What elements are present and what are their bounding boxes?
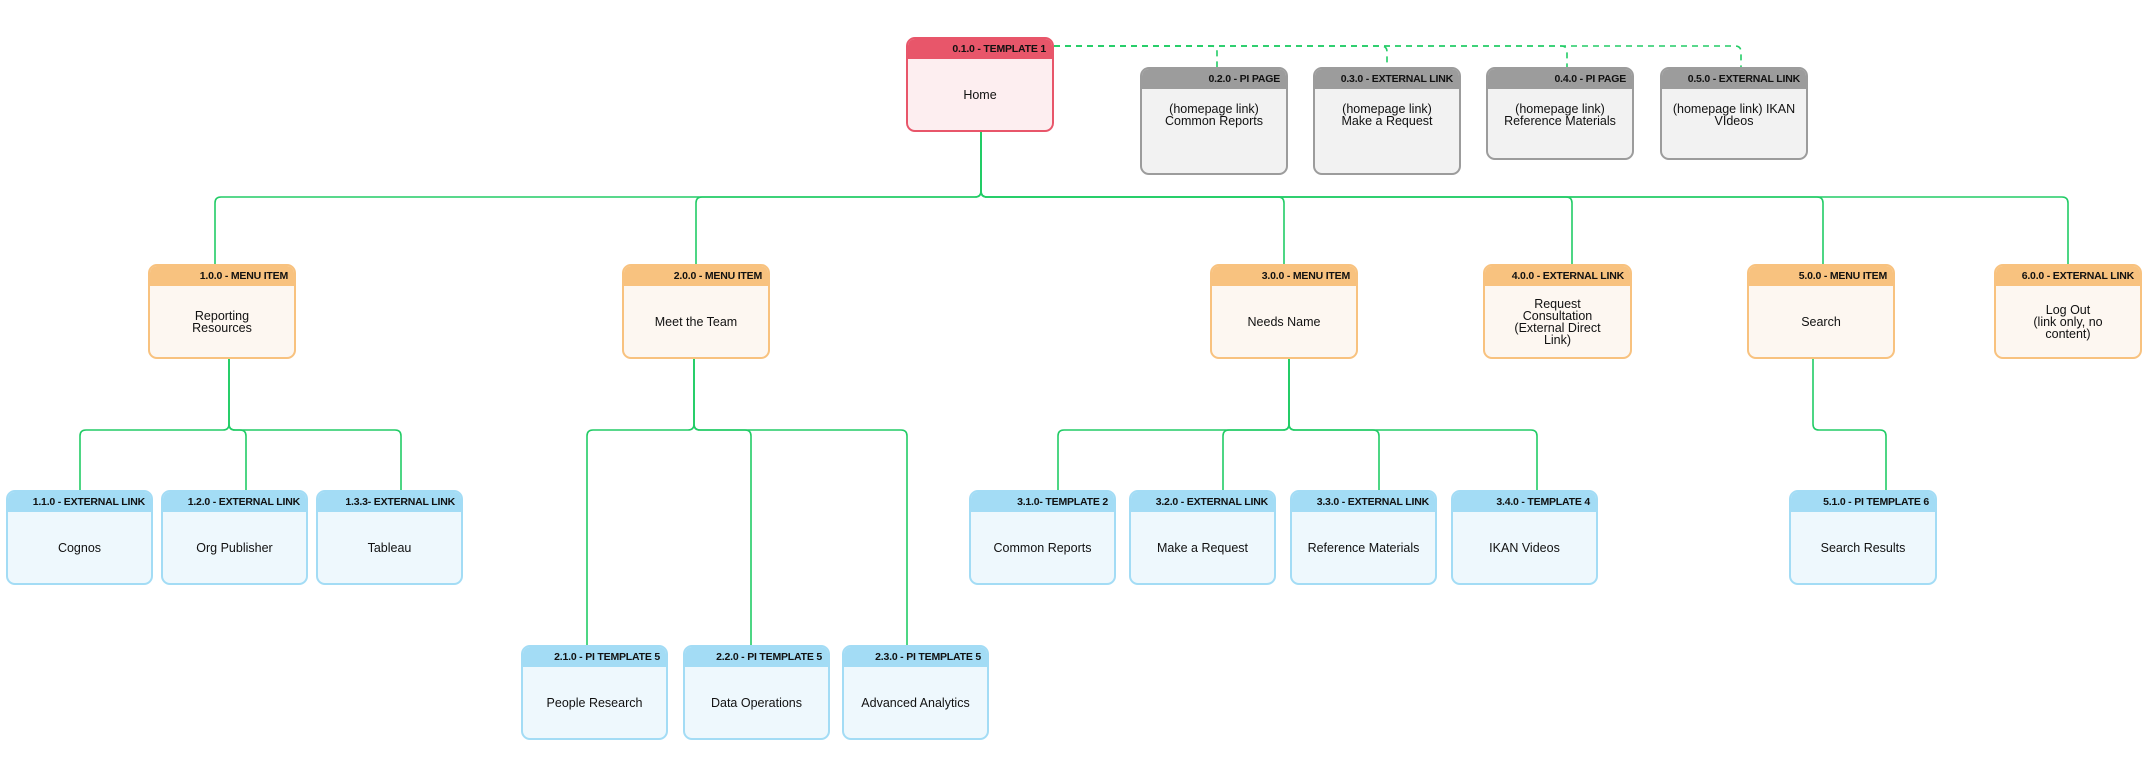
node-label: Search	[1801, 314, 1841, 329]
node-label: (homepage link) Make a Request	[1341, 102, 1433, 128]
connector-5-0-0-to-5-1-0	[1812, 359, 1887, 490]
node-label: Reporting Resources	[192, 308, 252, 335]
dashed-connector-0-4-0	[1054, 45, 1568, 67]
sitemap-node-6-0-0[interactable]: 6.0.0 - EXTERNAL LINK Log Out (link only,…	[1994, 264, 2142, 359]
connector-3-0-0-to-3-1-0	[1057, 359, 1290, 490]
sitemap-node-0-4-0[interactable]: 0.4.0 - PI PAGE (homepage link) Reference…	[1486, 67, 1634, 160]
sitemap-node-1-1-0[interactable]: 1.1.0 - EXTERNAL LINK Cognos	[6, 490, 153, 585]
node-header: 6.0.0 - EXTERNAL LINK	[1996, 266, 2140, 286]
dashed-connector-0-3-0	[1054, 45, 1388, 67]
node-label: Make a Request	[1156, 540, 1249, 555]
connector-1-0-0-to-1-2-0	[228, 359, 247, 490]
node-label: Advanced Analytics	[861, 695, 970, 710]
sitemap-node-0-3-0[interactable]: 0.3.0 - EXTERNAL LINK (homepage link) Mak…	[1313, 67, 1461, 175]
sitemap-node-3-4-0[interactable]: 3.4.0 - TEMPLATE 4 IKAN Videos	[1451, 490, 1598, 585]
connector-1-0-0-to-1-1-0	[79, 359, 230, 490]
node-header: 3.4.0 - TEMPLATE 4	[1453, 492, 1596, 512]
sitemap-node-2-2-0[interactable]: 2.2.0 - PI TEMPLATE 5 Data Operations	[683, 645, 830, 740]
node-label: Org Publisher	[196, 540, 273, 555]
sitemap-node-1-0-0[interactable]: 1.0.0 - MENU ITEM Reporting Resources	[148, 264, 296, 359]
connector-2-0-0-to-2-3-0	[693, 359, 908, 645]
node-label: Home	[963, 87, 997, 102]
sitemap-node-3-2-0[interactable]: 3.2.0 - EXTERNAL LINK Make a Request	[1129, 490, 1276, 585]
node-label: Tableau	[367, 540, 412, 555]
node-label: Log Out (link only, no content)	[2033, 302, 2103, 341]
node-header: 2.1.0 - PI TEMPLATE 5	[523, 647, 666, 667]
connector-2-0-0-to-2-1-0	[586, 359, 695, 645]
node-header: 2.0.0 - MENU ITEM	[624, 266, 768, 286]
node-header: 5.0.0 - MENU ITEM	[1749, 266, 1893, 286]
node-header: 0.5.0 - EXTERNAL LINK	[1662, 69, 1806, 89]
node-header: 2.3.0 - PI TEMPLATE 5	[844, 647, 987, 667]
sitemap-node-0-5-0[interactable]: 0.5.0 - EXTERNAL LINK (homepage link) IKA…	[1660, 67, 1808, 160]
connector-0-1-0-to-1-0-0	[214, 132, 982, 264]
node-label: Search Results	[1820, 540, 1906, 555]
node-header: 3.0.0 - MENU ITEM	[1212, 266, 1356, 286]
sitemap-node-3-1-0[interactable]: 3.1.0- TEMPLATE 2 Common Reports	[969, 490, 1116, 585]
node-header: 1.0.0 - MENU ITEM	[150, 266, 294, 286]
dashed-connector-0-2-0	[1054, 45, 1218, 67]
node-label: Cognos	[57, 540, 102, 555]
node-label: Data Operations	[710, 695, 803, 710]
sitemap-node-2-1-0[interactable]: 2.1.0 - PI TEMPLATE 5 People Research	[521, 645, 668, 740]
node-header: 0.4.0 - PI PAGE	[1488, 69, 1632, 89]
node-label: Common Reports	[993, 540, 1092, 555]
node-label: Request Consultation (External Direct Li…	[1514, 296, 1601, 347]
node-label: Reference Materials	[1307, 540, 1420, 555]
connector-0-1-0-to-2-0-0	[695, 132, 982, 264]
node-header: 1.1.0 - EXTERNAL LINK	[8, 492, 151, 512]
connector-layer	[79, 45, 2069, 645]
node-label: (homepage link) IKAN VIdeos	[1672, 102, 1796, 128]
sitemap-node-2-3-0[interactable]: 2.3.0 - PI TEMPLATE 5 Advanced Analytics	[842, 645, 989, 740]
connector-1-0-0-to-1-3-3	[228, 359, 402, 490]
node-header: 3.2.0 - EXTERNAL LINK	[1131, 492, 1274, 512]
sitemap-node-5-0-0[interactable]: 5.0.0 - MENU ITEM Search	[1747, 264, 1895, 359]
connector-3-0-0-to-3-4-0	[1288, 359, 1538, 490]
sitemap-node-3-0-0[interactable]: 3.0.0 - MENU ITEM Needs Name	[1210, 264, 1358, 359]
node-header: 3.1.0- TEMPLATE 2	[971, 492, 1114, 512]
node-header: 0.3.0 - EXTERNAL LINK	[1315, 69, 1459, 89]
sitemap-node-4-0-0[interactable]: 4.0.0 - EXTERNAL LINK Request Consultatio…	[1483, 264, 1632, 359]
sitemap-node-0-1-0[interactable]: 0.1.0 - TEMPLATE 1 Home	[906, 37, 1054, 132]
node-label: (homepage link) Reference Materials	[1504, 102, 1616, 128]
node-label: People Research	[546, 695, 643, 710]
connector-3-0-0-to-3-3-0	[1288, 359, 1380, 490]
node-label: Meet the Team	[654, 314, 738, 329]
connector-3-0-0-to-3-2-0	[1222, 359, 1290, 490]
sitemap-node-1-3-3[interactable]: 1.3.3- EXTERNAL LINK Tableau	[316, 490, 463, 585]
sitemap-node-0-2-0[interactable]: 0.2.0 - PI PAGE (homepage link) Common Re…	[1140, 67, 1288, 175]
node-label: IKAN Videos	[1489, 540, 1560, 555]
node-header: 3.3.0 - EXTERNAL LINK	[1292, 492, 1435, 512]
node-header: 1.2.0 - EXTERNAL LINK	[163, 492, 306, 512]
node-header: 0.1.0 - TEMPLATE 1	[908, 39, 1052, 59]
sitemap-node-2-0-0[interactable]: 2.0.0 - MENU ITEM Meet the Team	[622, 264, 770, 359]
node-label: (homepage link) Common Reports	[1165, 102, 1263, 128]
sitemap-node-3-3-0[interactable]: 3.3.0 - EXTERNAL LINK Reference Materials	[1290, 490, 1437, 585]
node-header: 1.3.3- EXTERNAL LINK	[318, 492, 461, 512]
dashed-connector-0-5-0	[1054, 45, 1742, 67]
sitemap-node-1-2-0[interactable]: 1.2.0 - EXTERNAL LINK Org Publisher	[161, 490, 308, 585]
node-header: 2.2.0 - PI TEMPLATE 5	[685, 647, 828, 667]
connector-2-0-0-to-2-2-0	[693, 359, 752, 645]
node-label: Needs Name	[1247, 314, 1321, 329]
node-header: 0.2.0 - PI PAGE	[1142, 69, 1286, 89]
node-header: 5.1.0 - PI TEMPLATE 6	[1791, 492, 1935, 512]
node-header: 4.0.0 - EXTERNAL LINK	[1485, 266, 1630, 286]
sitemap-node-5-1-0[interactable]: 5.1.0 - PI TEMPLATE 6 Search Results	[1789, 490, 1937, 585]
